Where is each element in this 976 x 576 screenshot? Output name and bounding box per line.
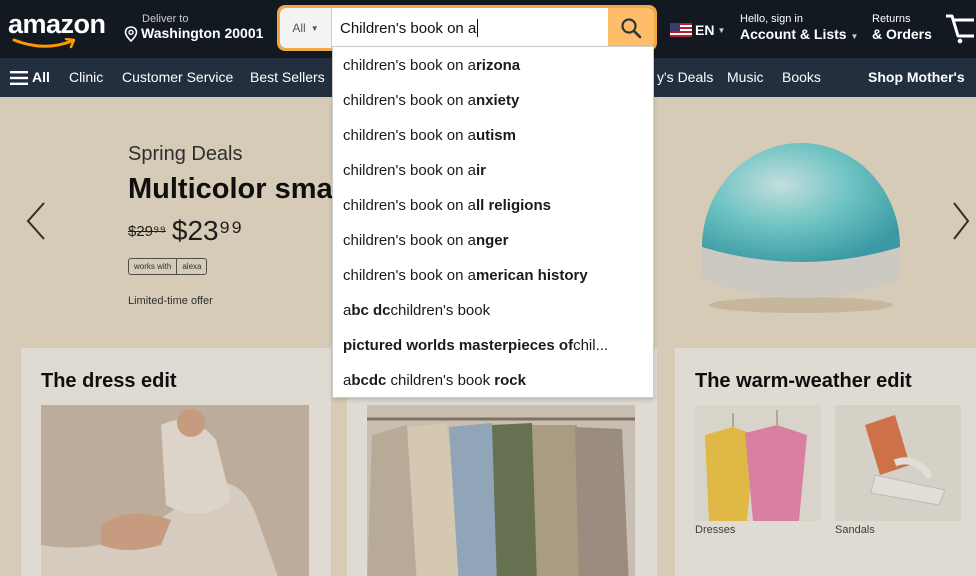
- account-and-lists[interactable]: Hello, sign in Account & Lists ▼: [740, 13, 858, 45]
- nav-link-todays-deals[interactable]: y's Deals: [657, 69, 713, 85]
- suggestion-completion: nxiety: [475, 92, 520, 109]
- nav-link-best-sellers[interactable]: Best Sellers: [250, 69, 325, 85]
- suggestion-item[interactable]: a bcdc children's book rock: [333, 363, 653, 398]
- suggestion-item[interactable]: children's book on a ll religions: [333, 188, 653, 223]
- suggestion-completion: ll religions: [475, 197, 551, 214]
- cart-button[interactable]: [944, 10, 974, 49]
- location-pin-icon: [124, 25, 138, 42]
- language-code: EN: [695, 22, 715, 38]
- chevron-down-icon: ▼: [850, 32, 859, 41]
- suggestion-item[interactable]: children's book on a merican history: [333, 258, 653, 293]
- suggestion-item[interactable]: children's book on a nger: [333, 223, 653, 258]
- nav-link-music[interactable]: Music: [727, 69, 764, 85]
- search-suggestions-dropdown: children's book on a rizona children's bo…: [332, 46, 654, 398]
- suggestion-item[interactable]: children's book on a nxiety: [333, 83, 653, 118]
- suggestion-completion: bcdc: [351, 372, 387, 389]
- returns-label: Returns: [872, 13, 911, 25]
- chevron-down-icon: ▼: [717, 25, 726, 35]
- us-flag-icon: [670, 23, 692, 37]
- suggestion-completion: rizona: [475, 57, 521, 74]
- cart-icon: [946, 14, 974, 44]
- search-input[interactable]: Children's book on a: [332, 8, 608, 48]
- suggestion-prefix: children's book on a: [343, 232, 476, 249]
- account-label: Account & Lists: [740, 26, 847, 42]
- suggestion-item[interactable]: children's book on a utism: [333, 118, 653, 153]
- suggestion-prefix: a: [343, 302, 352, 319]
- suggestion-prefix: children's book on a: [343, 57, 476, 74]
- amazon-logo[interactable]: amazon: [8, 10, 108, 50]
- language-selector[interactable]: EN ▼: [670, 22, 725, 38]
- suggestion-item[interactable]: children's book on a rizona: [333, 48, 653, 83]
- orders-label: & Orders: [872, 26, 932, 42]
- suggestion-completion: nger: [475, 232, 509, 249]
- nav-link-clinic[interactable]: Clinic: [69, 69, 103, 85]
- deliver-to-location[interactable]: Deliver to Washington 20001: [124, 13, 263, 42]
- hamburger-menu-icon: [10, 71, 28, 85]
- search-bar: All ▼ Children's book on a: [277, 5, 657, 51]
- suggestion-prefix: children's book on a: [343, 127, 476, 144]
- suggestion-prefix: children's book on a: [343, 92, 476, 109]
- suggestion-completion-2: rock: [494, 372, 526, 389]
- search-category-dropdown[interactable]: All ▼: [280, 8, 332, 48]
- nav-link-mothers-day-promo[interactable]: Shop Mother's: [868, 69, 965, 85]
- suggestion-completion: bc dc: [351, 302, 391, 319]
- smile-arrow-icon: [12, 38, 76, 49]
- deliver-label: Deliver to: [142, 13, 189, 25]
- chevron-down-icon: ▼: [310, 23, 319, 33]
- all-menu-label: All: [32, 69, 50, 85]
- suggestion-completion: ir: [475, 162, 486, 179]
- suggestion-prefix: children's book on a: [343, 197, 476, 214]
- suggestion-prefix: a: [343, 372, 352, 389]
- all-menu-button[interactable]: All: [10, 69, 50, 85]
- suggestion-prefix: children's book on a: [343, 162, 476, 179]
- suggestion-item[interactable]: children's book on a ir: [333, 153, 653, 188]
- text-cursor: [477, 19, 479, 37]
- search-button[interactable]: [608, 8, 654, 48]
- suggestion-suffix: children's book: [386, 372, 495, 389]
- suggestion-completion: pictured worlds masterpieces of: [343, 337, 574, 354]
- suggestion-item[interactable]: a bc dc children's book: [333, 293, 653, 328]
- suggestion-prefix: children's book on a: [343, 267, 476, 284]
- account-greeting: Hello, sign in: [740, 13, 803, 25]
- search-category-label: All: [292, 21, 306, 35]
- search-icon: [621, 18, 642, 39]
- search-query-text: Children's book on a: [340, 19, 477, 37]
- suggestion-completion: merican history: [475, 267, 588, 284]
- suggestion-suffix: chil...: [573, 337, 609, 354]
- suggestion-suffix: children's book: [390, 302, 491, 319]
- nav-link-books[interactable]: Books: [782, 69, 821, 85]
- suggestion-item[interactable]: pictured worlds masterpieces of chil...: [333, 328, 653, 363]
- logo-wordmark: amazon: [8, 9, 106, 39]
- suggestion-completion: utism: [475, 127, 516, 144]
- returns-and-orders[interactable]: Returns & Orders: [872, 13, 932, 42]
- deliver-location: Washington 20001: [141, 25, 264, 41]
- nav-link-customer-service[interactable]: Customer Service: [122, 69, 233, 85]
